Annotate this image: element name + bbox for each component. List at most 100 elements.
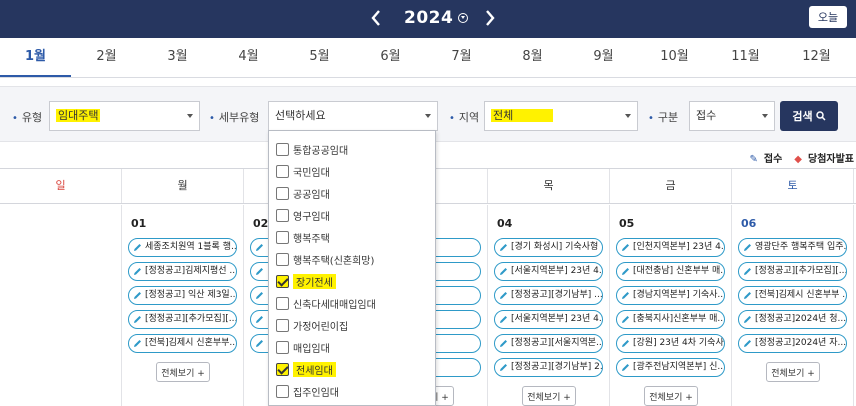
event-title: [정정공고]김제지평선 ... — [145, 266, 237, 276]
view-all-button[interactable]: 전체보기 + — [156, 362, 210, 382]
checkbox-icon[interactable] — [276, 230, 289, 244]
today-button[interactable]: 오늘 — [809, 6, 847, 28]
pencil-icon — [255, 290, 264, 299]
tab-month-4[interactable]: 4월 — [213, 38, 284, 77]
dropdown-option[interactable]: 국민임대 — [276, 161, 330, 181]
subtype-label: • 세부유형 — [209, 111, 260, 124]
event-item[interactable]: [경남지역본부] 기숙사... — [616, 286, 725, 305]
tab-month-12[interactable]: 12월 — [781, 38, 852, 77]
dropdown-option[interactable]: 가정어린이집 — [276, 315, 348, 335]
dropdown-option[interactable]: 집주인임대 — [276, 381, 339, 401]
pencil-icon — [255, 266, 264, 275]
type-label: • 유형 — [12, 111, 43, 124]
event-title: [정정공고][추가모집][... — [145, 314, 237, 324]
checkbox-icon[interactable] — [276, 384, 289, 398]
event-item[interactable]: [경기 화성시] 기숙사형 ... — [494, 238, 603, 257]
checkbox-checked-icon[interactable] — [276, 274, 289, 288]
checkbox-icon[interactable] — [276, 296, 289, 310]
dropdown-option[interactable]: 전세임대 — [276, 359, 336, 379]
dropdown-option[interactable]: 장기전세 — [276, 271, 336, 291]
tab-month-7[interactable]: 7월 — [426, 38, 497, 77]
event-item[interactable]: [충북지사]신혼부부 매... — [616, 310, 725, 329]
event-item[interactable]: 세종조치원역 1블록 행... — [128, 238, 237, 257]
event-item[interactable]: [정정공고][경기남부] 2... — [494, 358, 603, 377]
checkbox-icon[interactable] — [276, 252, 289, 266]
pencil-icon — [621, 266, 630, 275]
dropdown-option[interactable]: 행복주택(신혼희망) — [276, 249, 374, 269]
checkbox-icon[interactable] — [276, 208, 289, 222]
event-item[interactable]: [정정공고][추가모집][... — [738, 262, 847, 281]
year-label[interactable]: 2024 — [404, 8, 453, 28]
tab-month-8[interactable]: 8월 — [497, 38, 568, 77]
event-item[interactable]: [대전충남] 신혼부부 매... — [616, 262, 725, 281]
event-item[interactable]: [전북]김제시 신혼부부 ... — [738, 286, 847, 305]
view-all-button[interactable]: 전체보기 + — [766, 362, 820, 382]
pencil-icon — [133, 314, 142, 323]
category-select[interactable]: 접수 — [689, 101, 775, 131]
event-item[interactable]: [정정공고][추가모집][... — [128, 310, 237, 329]
tab-month-6[interactable]: 6월 — [355, 38, 426, 77]
event-item[interactable]: [강원] 23년 4차 기숙사... — [616, 334, 725, 353]
search-button[interactable]: 검색 — [780, 101, 838, 131]
pencil-icon — [255, 314, 264, 323]
chevron-down-icon — [625, 114, 631, 118]
tab-month-5[interactable]: 5월 — [284, 38, 355, 77]
tab-month-2[interactable]: 2월 — [71, 38, 142, 77]
event-item[interactable]: [인천지역본부] 23년 4... — [616, 238, 725, 257]
search-button-label: 검색 — [792, 110, 813, 123]
event-title: [경기 화성시] 기숙사형 ... — [511, 242, 603, 252]
dropdown-option-label: 집주인임대 — [293, 387, 339, 399]
tab-month-10[interactable]: 10월 — [639, 38, 710, 77]
year-navigator: 2024 — [366, 6, 500, 30]
event-item[interactable]: [정정공고]2024년 청... — [738, 310, 847, 329]
pencil-icon — [621, 242, 630, 251]
pencil-icon — [621, 314, 630, 323]
event-item[interactable]: [서울지역본부] 23년 4... — [494, 310, 603, 329]
dropdown-option[interactable]: 매입임대 — [276, 337, 330, 357]
event-item[interactable]: [정정공고]김제지평선 ... — [128, 262, 237, 281]
view-all-button[interactable]: 전체보기 + — [644, 386, 698, 406]
dropdown-option[interactable]: 행복주택 — [276, 227, 330, 247]
event-title: [강원] 23년 4차 기숙사... — [633, 338, 725, 348]
event-item[interactable]: [전북]김제시 신혼부부... — [128, 334, 237, 353]
event-title: [정정공고][서울지역본... — [511, 338, 603, 348]
checkbox-icon[interactable] — [276, 186, 289, 200]
checkbox-checked-icon[interactable] — [276, 362, 289, 376]
tab-month-11[interactable]: 11월 — [710, 38, 781, 77]
checkbox-icon[interactable] — [276, 164, 289, 178]
region-select[interactable]: 전체 — [484, 101, 638, 131]
year-dropdown-icon[interactable] — [458, 13, 469, 23]
checkbox-icon[interactable] — [276, 318, 289, 332]
event-item[interactable]: [서울지역본부] 23년 4... — [494, 262, 603, 281]
dropdown-option-label: 가정어린이집 — [293, 321, 349, 333]
day-cell: 06 영광단주 행복주택 입주... [정정공고][추가모집][... [전북]김제시… — [732, 205, 854, 406]
next-year-chevron-right-icon[interactable] — [480, 7, 500, 29]
day-cell: 01 세종조치원역 1블록 행... [정정공고]김제지평선 ... [정정공고] 익… — [122, 205, 244, 406]
prev-year-chevron-left-icon[interactable] — [366, 7, 386, 29]
weekday-4: 목 — [488, 169, 610, 203]
type-select[interactable]: 임대주택 — [49, 101, 200, 131]
dropdown-option[interactable]: 신축다세대매입임대 — [276, 293, 376, 313]
event-item[interactable]: [정정공고]2024년 자... — [738, 334, 847, 353]
checkbox-icon[interactable] — [276, 340, 289, 354]
tab-month-1[interactable]: 1월 — [0, 38, 71, 77]
tab-month-9[interactable]: 9월 — [568, 38, 639, 77]
event-item[interactable]: [광주전남지역본부] 신... — [616, 358, 725, 377]
dropdown-option[interactable]: 통합공공임대 — [276, 139, 348, 159]
dropdown-option-label: 장기전세 — [293, 273, 336, 289]
dropdown-option[interactable]: 공공임대 — [276, 183, 330, 203]
day-cell: 04 [경기 화성시] 기숙사형 ... [서울지역본부] 23년 4... [정정공… — [488, 205, 610, 406]
event-item[interactable]: [정정공고][경기남부] ... — [494, 286, 603, 305]
event-item[interactable]: [정정공고][서울지역본... — [494, 334, 603, 353]
event-title: [인천지역본부] 23년 4... — [633, 242, 725, 252]
subtype-select[interactable]: 선택하세요 — [268, 101, 438, 131]
event-item[interactable]: 영광단주 행복주택 입주... — [738, 238, 847, 257]
checkbox-icon[interactable] — [276, 142, 289, 156]
view-all-button[interactable]: 전체보기 + — [522, 386, 576, 406]
event-title: 세종조치원역 1블록 행... — [145, 242, 237, 252]
event-item[interactable]: [정정공고] 익산 제3일... — [128, 286, 237, 305]
event-title: [정정공고]2024년 청... — [755, 314, 847, 324]
tab-month-3[interactable]: 3월 — [142, 38, 213, 77]
dropdown-option[interactable]: 영구임대 — [276, 205, 330, 225]
dropdown-option-label: 전세임대 — [293, 361, 336, 377]
